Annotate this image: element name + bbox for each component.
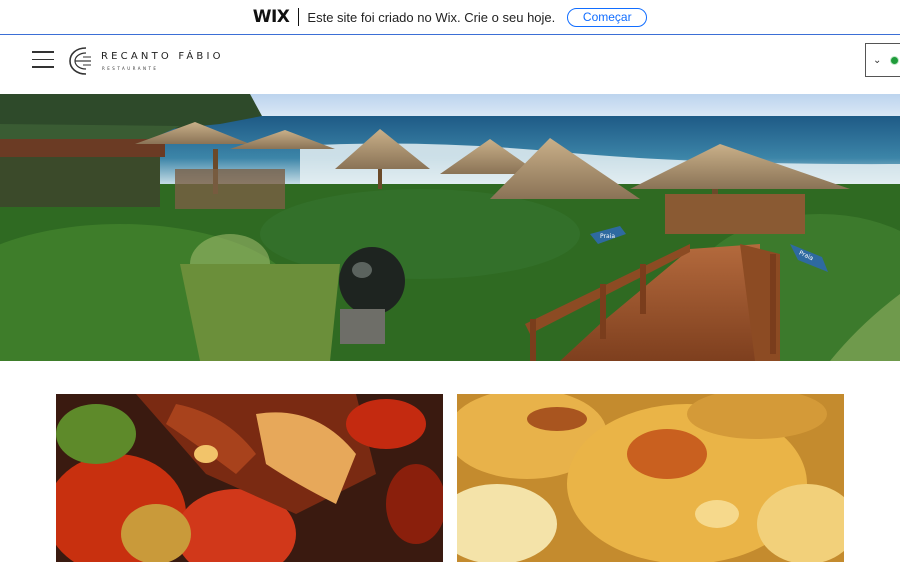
- flag-icon: [890, 55, 900, 65]
- hamburger-icon[interactable]: [32, 51, 54, 68]
- wix-banner-message: Este site foi criado no Wix. Crie o seu …: [307, 9, 556, 25]
- wix-promo-banner: WIX Este site foi criado no Wix. Crie o …: [0, 0, 900, 35]
- brand-name[interactable]: RECANTO FÁBIO: [101, 51, 224, 62]
- restaurant-logo-icon[interactable]: [67, 45, 93, 77]
- chevron-down-icon: ⌄: [873, 54, 882, 66]
- food-photo-gratin: [457, 394, 844, 562]
- site-header: RECANTO FÁBIO RESTAURANTE ⌄: [0, 35, 900, 94]
- brand-subtitle: RESTAURANTE: [102, 66, 159, 71]
- banner-divider: [298, 8, 300, 26]
- praia-sign-1: Praia: [600, 233, 615, 240]
- hero-image: Praia Praia: [0, 94, 900, 361]
- food-photo-octopus: [56, 394, 443, 562]
- beach-restaurant-photo: Praia Praia: [0, 94, 900, 361]
- start-button[interactable]: Começar: [567, 7, 648, 27]
- language-selector[interactable]: ⌄: [865, 43, 900, 77]
- wix-logo[interactable]: WIX: [253, 7, 290, 27]
